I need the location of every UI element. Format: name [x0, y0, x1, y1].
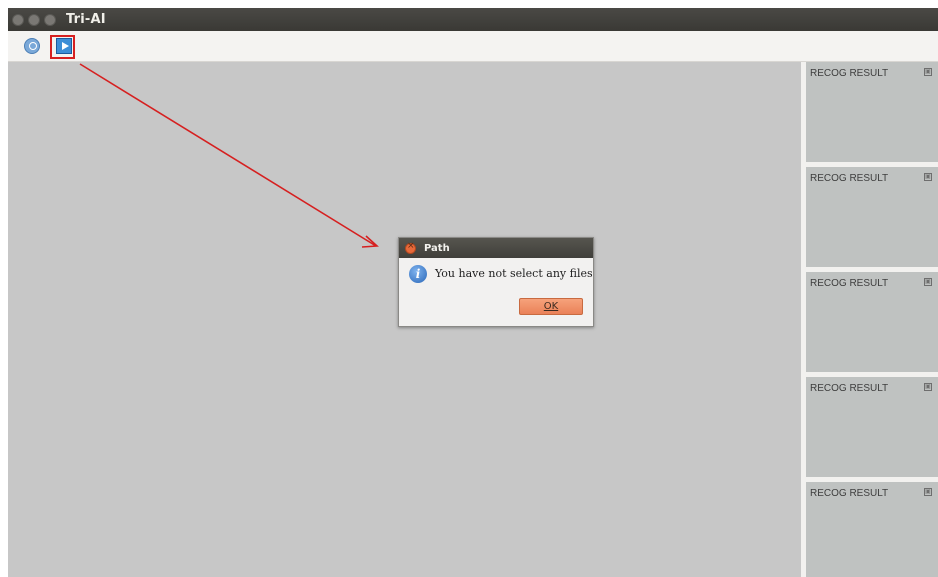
window-minimize-button[interactable]	[28, 13, 40, 26]
recog-result-title: RECOG RESULT	[810, 278, 889, 289]
info-icon: i	[409, 265, 427, 283]
recog-result-panel: RECOG RESULT ▣	[806, 62, 938, 162]
recog-result-title: RECOG RESULT	[810, 383, 889, 394]
dialog-title-bar: Path	[399, 238, 593, 258]
window-title: Tri-AI	[66, 12, 106, 27]
recog-result-title: RECOG RESULT	[810, 173, 889, 184]
recog-result-panel: RECOG RESULT ▣	[806, 482, 938, 577]
ok-button-label: OK	[543, 301, 559, 312]
toolbar	[8, 31, 938, 62]
dialog-title: Path	[424, 242, 450, 254]
window-close-button[interactable]	[12, 13, 24, 26]
expand-icon[interactable]: ▣	[924, 488, 932, 496]
expand-icon[interactable]: ▣	[924, 173, 932, 181]
recog-result-panel: RECOG RESULT ▣	[806, 167, 938, 267]
window-maximize-button[interactable]	[44, 13, 56, 26]
expand-icon[interactable]: ▣	[924, 278, 932, 286]
expand-icon[interactable]: ▣	[924, 68, 932, 76]
dialog-close-icon[interactable]	[405, 241, 416, 254]
dialog-message: You have not select any files	[435, 267, 593, 280]
recog-result-panel: RECOG RESULT ▣	[806, 377, 938, 477]
annotation-highlight-box	[50, 35, 75, 59]
recog-result-panel: RECOG RESULT ▣	[806, 272, 938, 372]
message-dialog: Path i You have not select any files OK	[398, 237, 594, 327]
expand-icon[interactable]: ▣	[924, 383, 932, 391]
dialog-body: i You have not select any files OK	[399, 258, 593, 327]
window-title-bar: Tri-AI	[8, 8, 938, 31]
recog-result-title: RECOG RESULT	[810, 68, 889, 79]
ok-button[interactable]: OK	[519, 298, 583, 315]
recog-result-title: RECOG RESULT	[810, 488, 889, 499]
open-file-icon[interactable]	[24, 38, 40, 54]
